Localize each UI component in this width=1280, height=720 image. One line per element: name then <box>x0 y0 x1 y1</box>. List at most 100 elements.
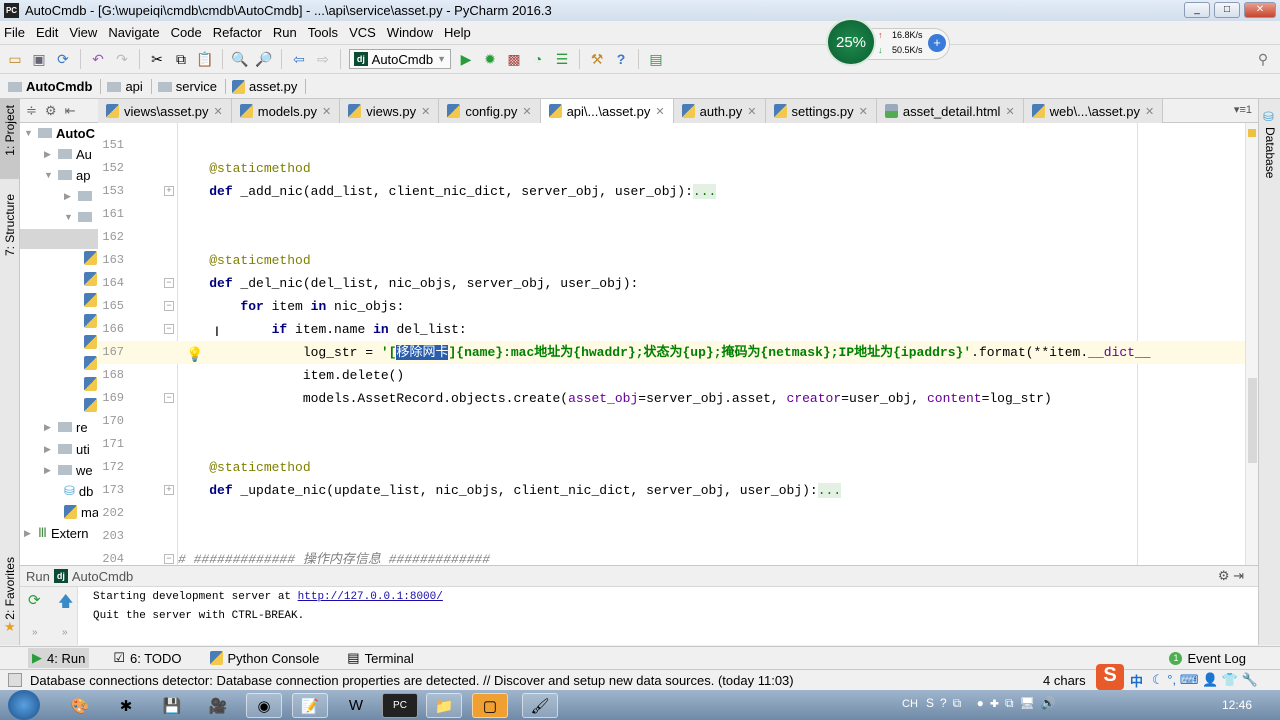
tab-models-py[interactable]: models.py ✕ <box>231 99 341 123</box>
code-line[interactable]: 152 @staticmethod <box>98 157 1245 180</box>
chrome-taskbar-button[interactable]: ◉ <box>246 693 282 718</box>
code-line[interactable]: 169 − models.AssetRecord.objects.create(a… <box>98 387 1245 410</box>
fold-collapse-icon[interactable]: − <box>164 324 174 334</box>
open-folder-icon[interactable]: ▭ <box>6 50 24 68</box>
close-tab-icon[interactable]: ✕ <box>522 105 531 118</box>
explorer-taskbar-button[interactable]: 📁 <box>426 693 462 718</box>
maximize-button[interactable]: □ <box>1214 2 1240 18</box>
menu-tools[interactable]: Tools <box>308 25 338 40</box>
language-indicator[interactable]: CH <box>902 698 918 710</box>
structure-tool-button[interactable]: 7: Structure <box>3 194 17 256</box>
fold-collapse-icon[interactable]: − <box>164 278 174 288</box>
code-line[interactable]: 165 − for item in nic_objs: <box>98 295 1245 318</box>
system-tray-icons[interactable]: S?⧉ ●✚⧉🖥🔊 <box>926 696 1062 711</box>
ime-toolbar-icons[interactable]: ☾ °, ⌨ 👤 👕 🔧 <box>1152 672 1258 688</box>
breadcrumb-item[interactable]: service <box>157 79 226 94</box>
coverage-icon[interactable]: ▩ <box>505 50 523 68</box>
fold-collapse-icon[interactable]: − <box>164 393 174 403</box>
code-line[interactable]: 173 + def _update_nic(update_list, nic_ob… <box>98 479 1245 502</box>
code-line[interactable]: 171 <box>98 433 1245 456</box>
code-line[interactable]: 162 <box>98 226 1245 249</box>
help-icon[interactable]: ? <box>612 50 630 68</box>
notepad-taskbar-button[interactable]: 📝 <box>292 693 328 718</box>
tree-item[interactable]: ▶ Ⅲ Extern <box>24 523 89 543</box>
tree-item[interactable]: ▶ <box>64 186 92 206</box>
event-log-button[interactable]: 1 Event Log <box>1165 649 1250 668</box>
menu-refactor[interactable]: Refactor <box>213 25 262 40</box>
sogou-ime-logo[interactable]: S <box>1096 664 1124 690</box>
tab-run[interactable]: ▶ 4: Run <box>28 648 90 668</box>
code-editor[interactable]: 💡 I 151 152 @staticmethod 153 + def _add_ni… <box>98 123 1245 565</box>
taskbar-app-icon[interactable]: 💾 <box>154 693 190 718</box>
close-tab-icon[interactable]: ✕ <box>214 105 223 118</box>
favorites-tool-button[interactable]: 2: Favorites <box>3 557 17 620</box>
search-everywhere-icon[interactable]: ⚲ <box>1254 50 1272 68</box>
sdk-manager-icon[interactable]: ▤ <box>647 50 665 68</box>
back-icon[interactable]: ⇦ <box>290 50 308 68</box>
code-line[interactable]: 167 log_str = '[移除网卡]{name}:mac地址为{hwadd… <box>98 341 1245 364</box>
tree-item[interactable]: ⛁ db <box>64 481 93 501</box>
code-line[interactable]: 164 − def _del_nic(del_list, nic_objs, se… <box>98 272 1245 295</box>
project-tool-button[interactable]: 1: Project <box>3 105 17 156</box>
taskbar-app-icon[interactable]: ✱ <box>108 693 144 718</box>
menu-window[interactable]: Window <box>387 25 433 40</box>
close-tab-icon[interactable]: ✕ <box>322 105 331 118</box>
tree-item[interactable]: ▼ AutoC <box>24 123 95 143</box>
code-line[interactable]: 151 <box>98 134 1245 157</box>
tree-item[interactable]: ▶ Au <box>44 144 92 164</box>
tree-item[interactable]: ▶ re <box>44 417 88 437</box>
code-line[interactable]: 161 <box>98 203 1245 226</box>
profile-icon[interactable]: ◔ <box>529 50 547 68</box>
server-link[interactable]: http://127.0.0.1:8000/ <box>298 591 443 603</box>
hide-panel-icon[interactable]: ⇤ <box>65 103 76 119</box>
tab-api-asset-py[interactable]: api\...\asset.py ✕ <box>540 99 674 123</box>
collapse-all-icon[interactable]: ≑ <box>26 103 37 119</box>
close-button[interactable]: ✕ <box>1244 2 1276 18</box>
menu-file[interactable]: File <box>4 25 25 40</box>
debug-icon[interactable]: ✹ <box>481 50 499 68</box>
run-config-select[interactable]: dj AutoCmdb ▼ <box>349 49 451 69</box>
find-icon[interactable]: 🔍 <box>231 50 249 68</box>
editor-scrollbar[interactable] <box>1245 123 1258 565</box>
tab-list-menu[interactable]: ▾≡1 <box>1234 103 1252 116</box>
gear-icon[interactable]: ⚙ <box>45 103 57 119</box>
menu-edit[interactable]: Edit <box>36 25 58 40</box>
run-icon[interactable]: ▶ <box>457 50 475 68</box>
menu-vcs[interactable]: VCS <box>349 25 376 40</box>
fold-expand-icon[interactable]: + <box>164 186 174 196</box>
forward-icon[interactable]: ⇨ <box>314 50 332 68</box>
breadcrumb-item[interactable]: api <box>107 79 152 94</box>
database-tool-button[interactable]: Database <box>1263 127 1277 178</box>
replace-icon[interactable]: 🔎 <box>255 50 273 68</box>
word-taskbar-button[interactable]: W <box>338 693 374 718</box>
more-icon[interactable]: » <box>62 627 68 638</box>
pycharm-taskbar-button[interactable]: PC <box>382 693 418 718</box>
taskbar-app-icon[interactable]: 🎨 <box>62 693 98 718</box>
code-line[interactable]: 172 @staticmethod <box>98 456 1245 479</box>
fold-collapse-icon[interactable]: − <box>164 301 174 311</box>
intention-bulb-icon[interactable]: 💡 <box>186 346 203 363</box>
breadcrumb-item[interactable]: AutoCmdb <box>8 79 102 94</box>
tree-item[interactable]: ma <box>64 502 98 522</box>
tab-auth-py[interactable]: auth.py ✕ <box>673 99 766 123</box>
copy-icon[interactable]: ⧉ <box>172 50 190 68</box>
code-line[interactable]: 170 <box>98 410 1245 433</box>
redo-icon[interactable]: ↷ <box>113 50 131 68</box>
tree-item[interactable]: ▼ <box>64 207 92 227</box>
tab-todo[interactable]: ☑ 6: TODO <box>109 648 185 668</box>
close-tab-icon[interactable]: ✕ <box>421 105 430 118</box>
undo-icon[interactable]: ↶ <box>89 50 107 68</box>
more-icon[interactable]: » <box>32 627 38 638</box>
tab-asset-detail-html[interactable]: asset_detail.html ✕ <box>876 99 1024 123</box>
run-console[interactable]: ⟳ 🡅 » » Starting development server at h… <box>20 587 1258 645</box>
start-button[interactable] <box>8 690 40 720</box>
taskbar-app-icon[interactable]: 🎥 <box>200 693 236 718</box>
code-line[interactable]: 163 @staticmethod <box>98 249 1245 272</box>
concurrency-icon[interactable]: ☰ <box>553 50 571 68</box>
code-line[interactable]: 153 + def _add_nic(add_list, client_nic_d… <box>98 180 1245 203</box>
tree-item[interactable]: ▶ we <box>44 460 93 480</box>
tab-terminal[interactable]: ▤ Terminal <box>343 648 417 668</box>
scrollbar-thumb[interactable] <box>1248 378 1257 463</box>
tree-item[interactable]: ▼ ap <box>44 165 90 185</box>
sync-icon[interactable]: ⟳ <box>54 50 72 68</box>
